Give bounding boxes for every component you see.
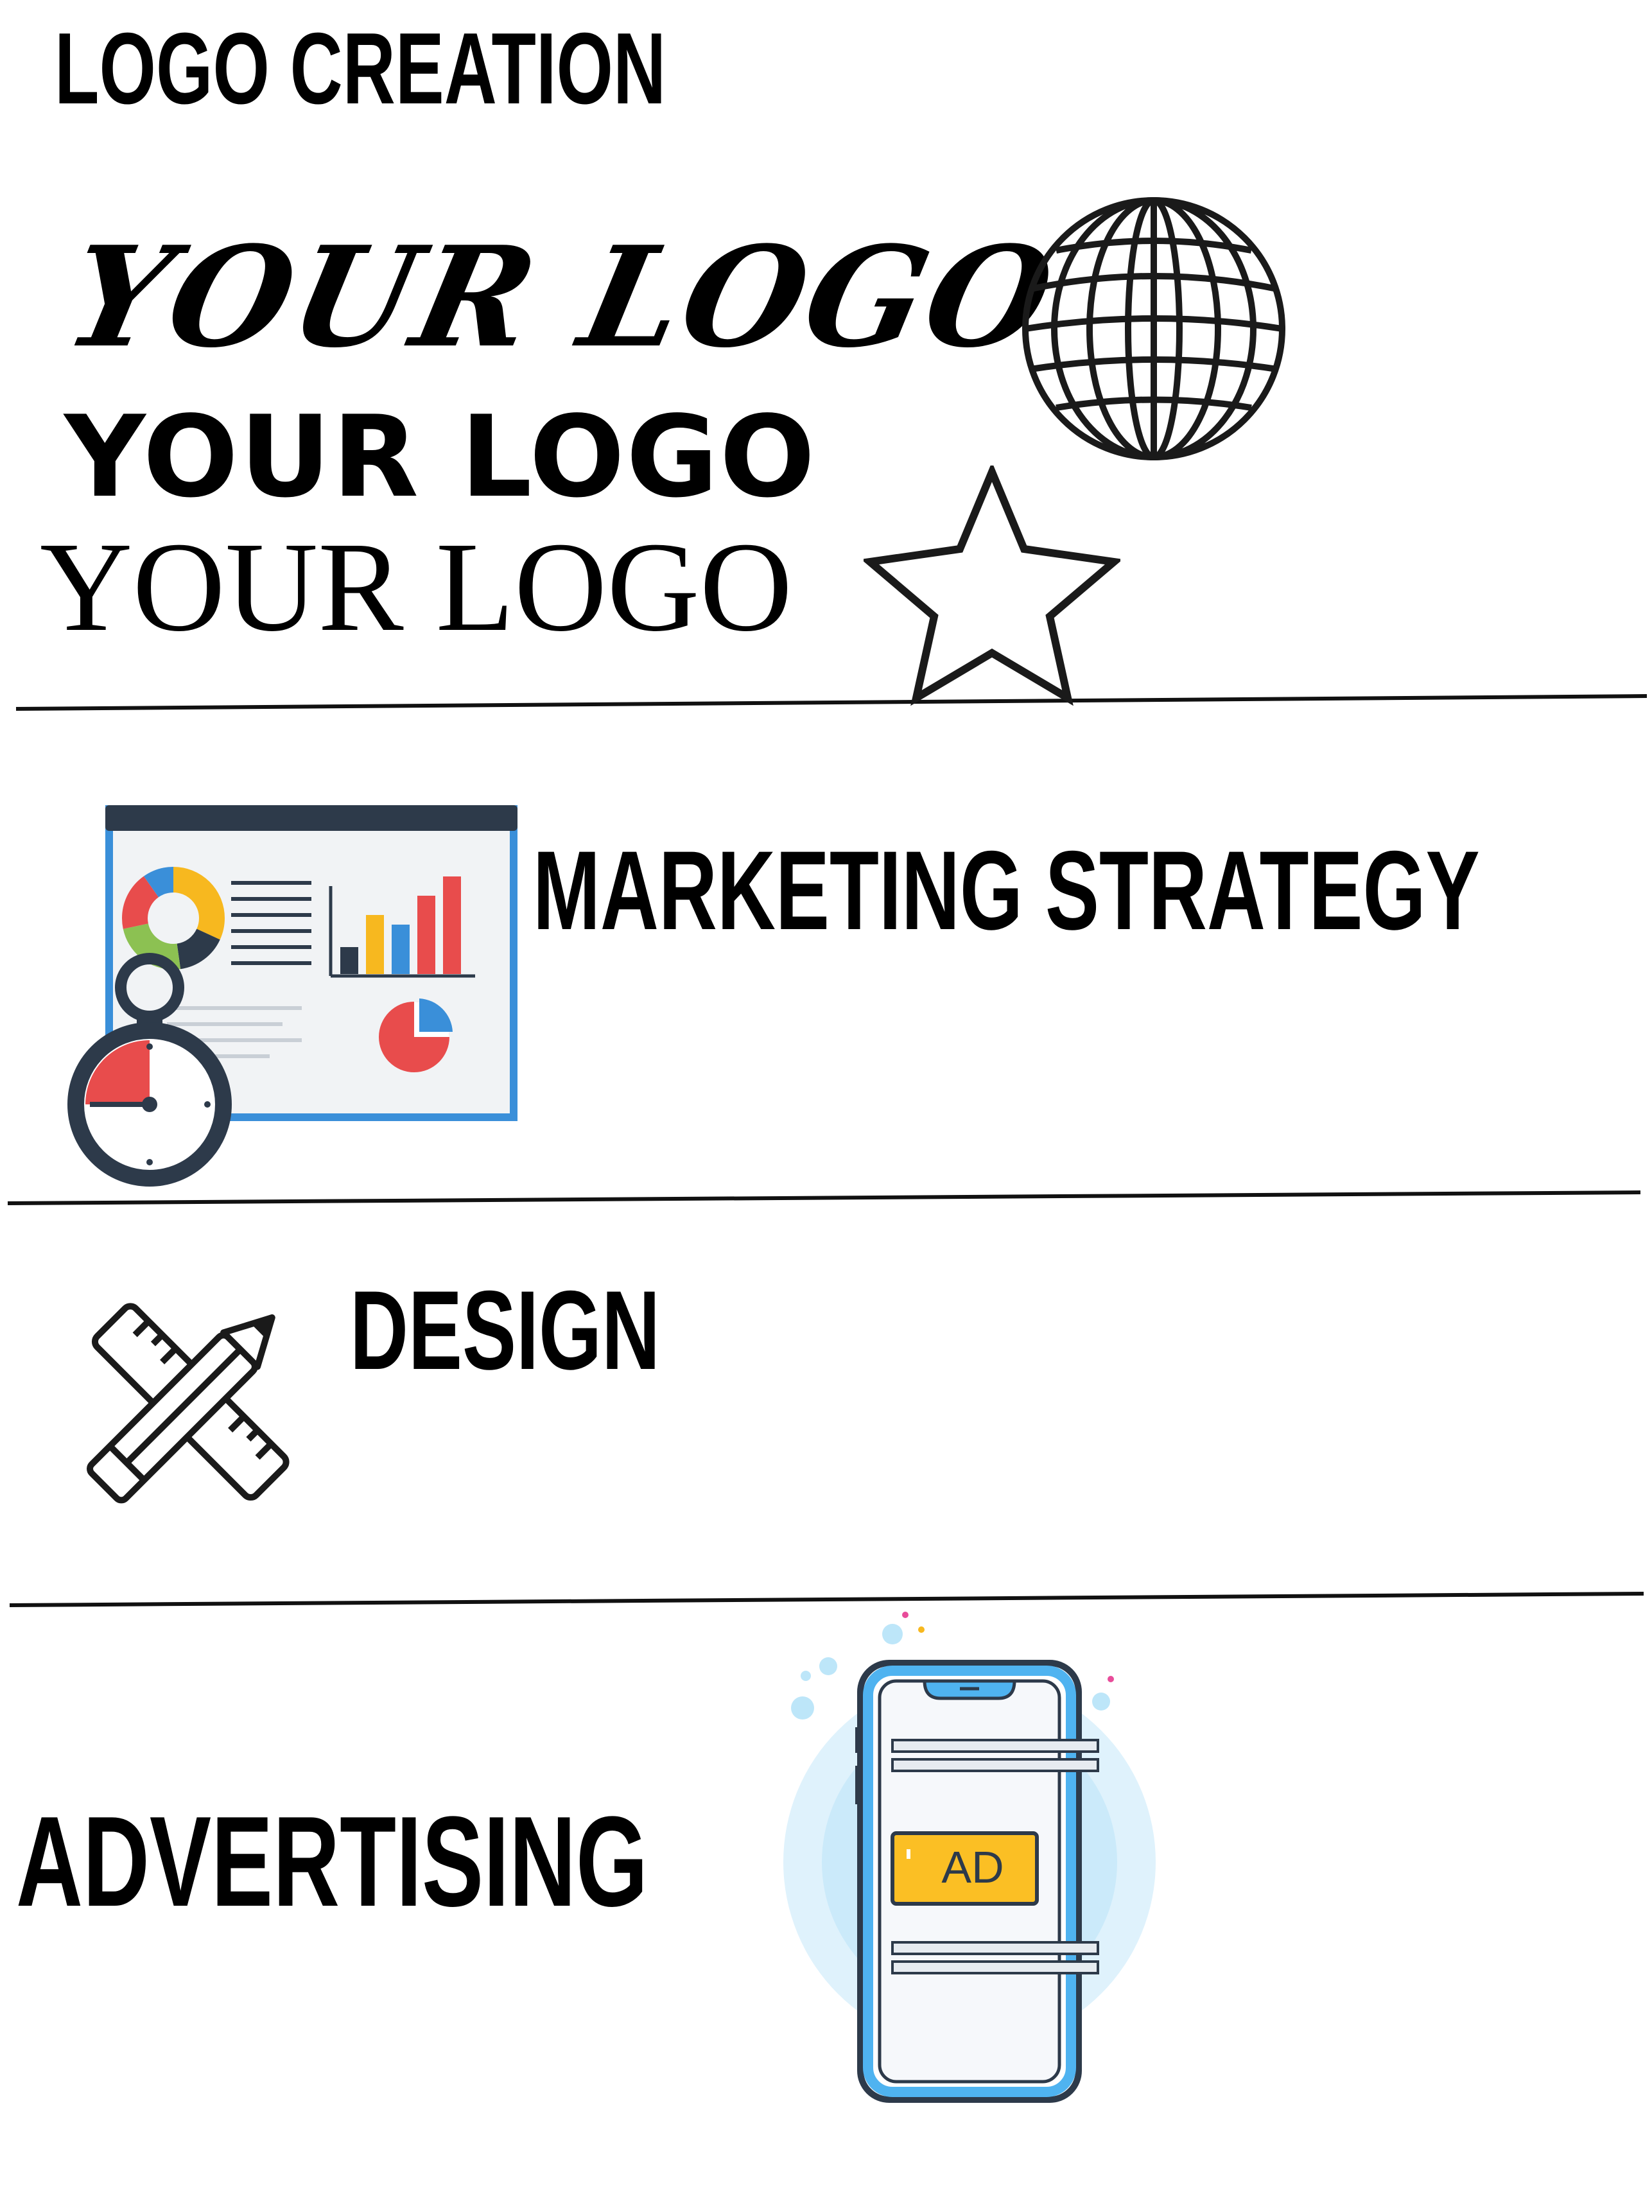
globe-icon bbox=[1022, 197, 1285, 460]
phone-ad-label: AD bbox=[941, 1842, 1004, 1892]
advertising-title: ADVERTISING bbox=[16, 1790, 648, 1933]
logo-sample-script: YOUR LOGO bbox=[53, 216, 1069, 378]
star-icon bbox=[864, 466, 1120, 706]
logo-sample-bold: YOUR LOGO bbox=[64, 392, 817, 523]
logo-creation-title: LOGO CREATION bbox=[55, 12, 666, 125]
divider-1 bbox=[15, 694, 1648, 711]
stopwatch-icon bbox=[67, 953, 232, 1187]
divider-3 bbox=[9, 1592, 1644, 1607]
marketing-strategy-title: MARKETING STRATEGY bbox=[533, 828, 1480, 954]
logo-sample-serif: YOUR LOGO bbox=[40, 516, 793, 658]
smartphone-ad-icon: AD bbox=[783, 1612, 1156, 2103]
pencil-ruler-icon bbox=[87, 1303, 290, 1504]
design-title: DESIGN bbox=[350, 1268, 661, 1393]
